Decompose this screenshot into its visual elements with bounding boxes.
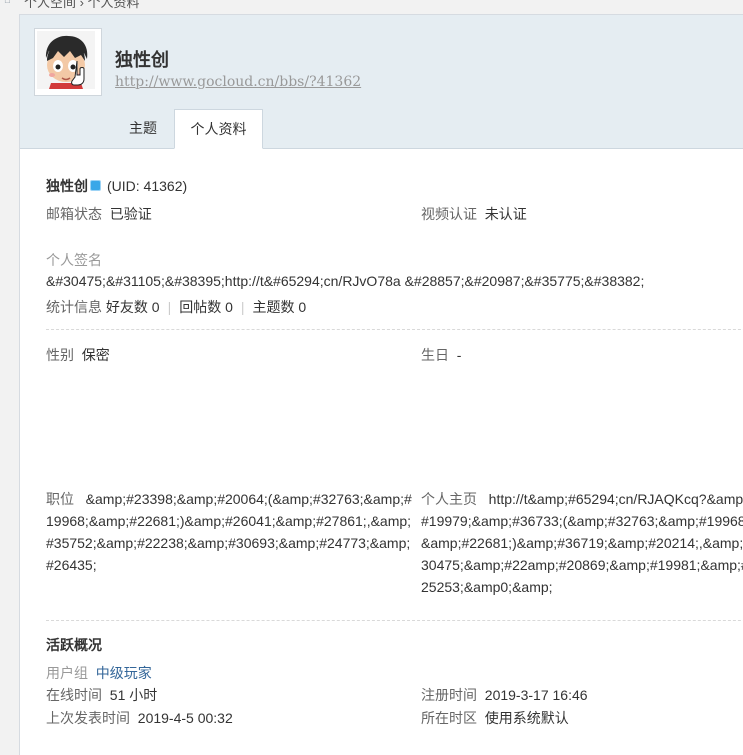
divider: | bbox=[167, 299, 172, 315]
activity-title: 活跃概况 bbox=[46, 637, 102, 653]
avatar-cartoon-icon bbox=[37, 31, 95, 89]
tab-topics[interactable]: 主题 bbox=[116, 109, 170, 147]
video-status-value: 未认证 bbox=[484, 206, 527, 222]
last-post-row: 上次发表时间 2019-4-5 00:32 bbox=[46, 708, 233, 728]
register-time-value: 2019-3-17 16:46 bbox=[484, 687, 588, 703]
breadcrumb: ⌂ 个人空间 › 个人资料 bbox=[0, 0, 743, 14]
homepage-row: 个人主页 http://t&amp;#65294;cn/RJAQKcq?&amp… bbox=[421, 488, 743, 608]
stats-friends[interactable]: 好友数 0 bbox=[106, 299, 160, 315]
gender-label: 性别 bbox=[46, 347, 74, 363]
stats-row: 统计信息 好友数 0 | 回帖数 0 | 主题数 0 bbox=[46, 297, 306, 317]
stats-topics[interactable]: 主题数 0 bbox=[253, 299, 307, 315]
birthday-value: - bbox=[456, 347, 462, 363]
profile-header: 独性创 http://www.gocloud.cn/bbs/?41362 主题 … bbox=[20, 15, 743, 149]
profile-username: 独性创 bbox=[115, 50, 169, 71]
birthday-row: 生日 - bbox=[421, 345, 461, 365]
info-uid: (UID: 41362) bbox=[107, 178, 188, 194]
usergroup-label: 用户组 bbox=[46, 665, 88, 681]
section-divider bbox=[46, 329, 743, 330]
email-status-row: 邮箱状态 已验证 bbox=[46, 204, 152, 224]
info-name: 独性创 bbox=[46, 178, 88, 194]
job-row: 职位 &amp;#23398;&amp;#20064;(&amp;#32763;… bbox=[46, 488, 418, 580]
usergroup-value[interactable]: 中级玩家 bbox=[96, 665, 152, 681]
timezone-value: 使用系统默认 bbox=[484, 710, 569, 726]
breadcrumb-text[interactable]: 个人空间 › 个人资料 bbox=[24, 0, 140, 11]
home-icon[interactable]: ⌂ bbox=[4, 0, 16, 6]
register-time-label: 注册时间 bbox=[421, 687, 477, 703]
timezone-label: 所在时区 bbox=[421, 710, 477, 726]
profile-panel: 独性创 http://www.gocloud.cn/bbs/?41362 主题 … bbox=[19, 14, 743, 755]
usergroup-row: 用户组 中级玩家 bbox=[46, 663, 152, 683]
email-status-label: 邮箱状态 bbox=[46, 206, 102, 222]
signature-value: &#30475;&#31105;&#38395;http://t&#65294;… bbox=[46, 273, 645, 289]
job-value: &amp;#23398;&amp;#20064;(&amp;#32763;&am… bbox=[46, 491, 412, 573]
homepage-label: 个人主页 bbox=[421, 491, 477, 507]
job-label: 职位 bbox=[46, 491, 74, 507]
divider: | bbox=[240, 299, 245, 315]
verified-badge-icon bbox=[90, 180, 101, 191]
tab-profile[interactable]: 个人资料 bbox=[174, 109, 263, 149]
online-time-row: 在线时间 51 小时 bbox=[46, 685, 157, 705]
stats-label: 统计信息 bbox=[46, 299, 102, 315]
section-divider bbox=[46, 620, 743, 621]
email-status-value: 已验证 bbox=[109, 206, 152, 222]
last-post-label: 上次发表时间 bbox=[46, 710, 130, 726]
last-post-value: 2019-4-5 00:32 bbox=[137, 710, 233, 726]
register-time-row: 注册时间 2019-3-17 16:46 bbox=[421, 685, 588, 705]
video-status-label: 视频认证 bbox=[421, 206, 477, 222]
online-time-value: 51 小时 bbox=[109, 687, 158, 703]
info-name-row: 独性创 (UID: 41362) bbox=[46, 176, 187, 196]
signature-label: 个人签名 bbox=[46, 252, 102, 268]
timezone-row: 所在时区 使用系统默认 bbox=[421, 708, 569, 728]
birthday-label: 生日 bbox=[421, 347, 449, 363]
video-status-row: 视频认证 未认证 bbox=[421, 204, 527, 224]
profile-space-link[interactable]: http://www.gocloud.cn/bbs/?41362 bbox=[115, 74, 361, 90]
gender-value: 保密 bbox=[81, 347, 110, 363]
stats-replies[interactable]: 回帖数 0 bbox=[179, 299, 233, 315]
gender-row: 性别 保密 bbox=[46, 345, 110, 365]
online-time-label: 在线时间 bbox=[46, 687, 102, 703]
avatar[interactable] bbox=[34, 28, 102, 96]
